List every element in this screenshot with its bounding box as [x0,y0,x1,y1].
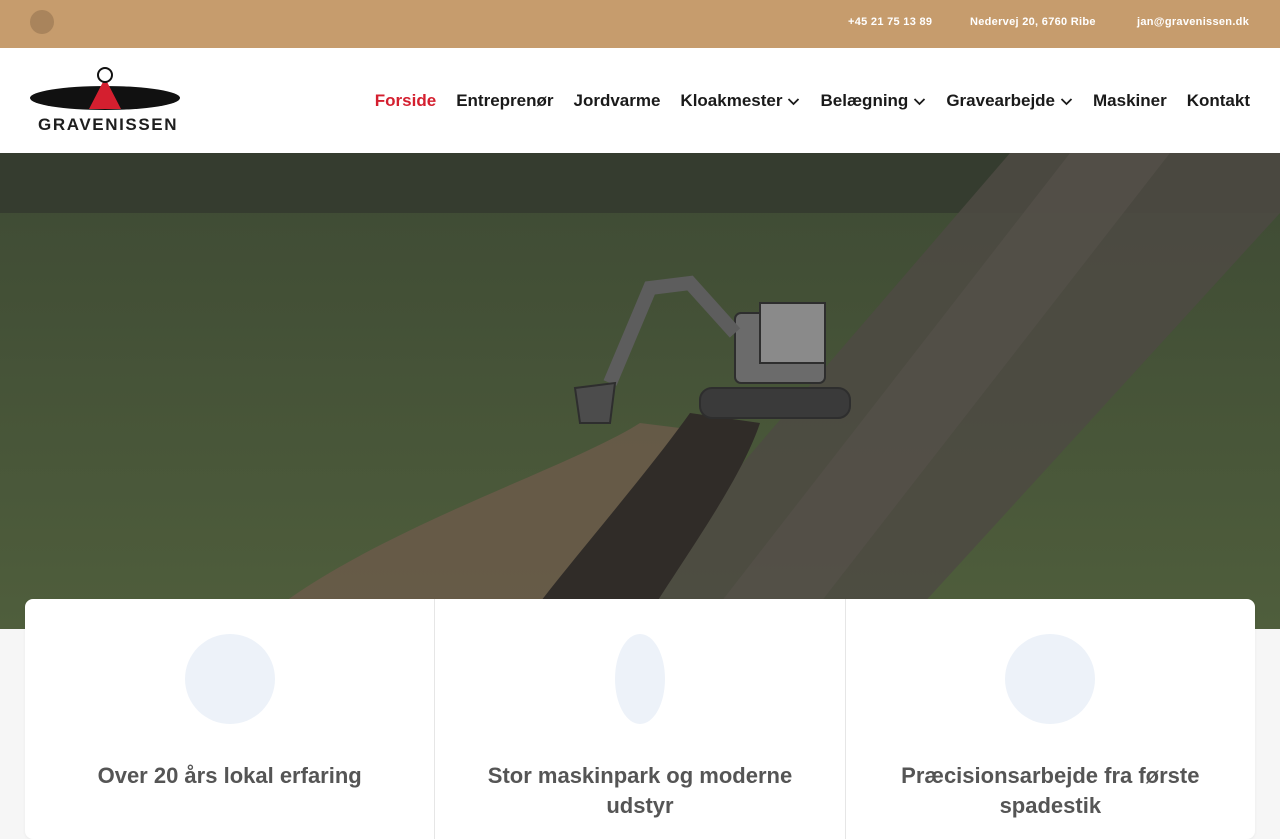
gravenissen-logo-icon [30,67,180,110]
nav-item-maskiner[interactable]: Maskiner [1093,91,1167,111]
chevron-down-icon [788,97,800,105]
nav-label: Kontakt [1186,91,1250,110]
top-contact-bar: +45 21 75 13 89 Nedervej 20, 6760 Ribe j… [0,0,1280,48]
nav-item-jordvarme[interactable]: Jordvarme [573,91,660,111]
nav-item-entreprenor[interactable]: Entreprenør [456,91,553,111]
feature-card-machines: Stor maskinpark og moderne udstyr [435,599,846,839]
nav-label: Entreprenør [456,91,554,110]
main-navigation: Forside Entreprenør Jordvarme Kloakmeste… [375,91,1250,111]
logo-wordmark: GRAVENISSEN [38,115,179,134]
nav-label: Forside [374,91,437,110]
nav-item-gravearbejde[interactable]: Gravearbejde [946,91,1073,111]
nav-label: Kloakmester [680,91,783,110]
feature-title: Stor maskinpark og moderne udstyr [487,763,793,818]
precision-icon [1005,634,1096,724]
facebook-icon[interactable] [30,10,54,34]
nav-label: Jordvarme [573,91,661,110]
excavator-field-photo [0,153,1280,629]
nav-label: Belægning [820,91,909,110]
hero-image [0,153,1280,629]
chevron-down-icon [1060,97,1073,105]
nav-label: Maskiner [1093,91,1167,110]
nav-item-kontakt[interactable]: Kontakt [1187,91,1250,111]
chevron-down-icon [914,97,926,105]
machine-icon [614,634,665,724]
nav-label: Gravearbejde [946,91,1056,110]
feature-card-experience: Over 20 års lokal erfaring [25,599,436,839]
email-link[interactable]: jan@gravenissen.dk [1137,16,1249,28]
experience-icon [184,634,275,724]
site-header: GRAVENISSEN Forside Entreprenør Jordvarm… [0,48,1280,153]
feature-cards: Over 20 års lokal erfaring Stor maskinpa… [25,599,1255,839]
address-text: Nedervej 20, 6760 Ribe [970,16,1096,28]
feature-card-precision: Præcisionsarbejde fra første spadestik [846,599,1255,839]
nav-item-belaegning[interactable]: Belægning [820,91,926,111]
phone-link[interactable]: +45 21 75 13 89 [848,16,932,28]
nav-item-kloakmester[interactable]: Kloakmester [680,91,800,111]
feature-title: Præcisionsarbejde fra første spadestik [901,763,1200,818]
feature-title: Over 20 års lokal erfaring [97,763,362,788]
nav-item-forside[interactable]: Forside [375,91,436,111]
logo[interactable]: GRAVENISSEN [30,66,182,134]
